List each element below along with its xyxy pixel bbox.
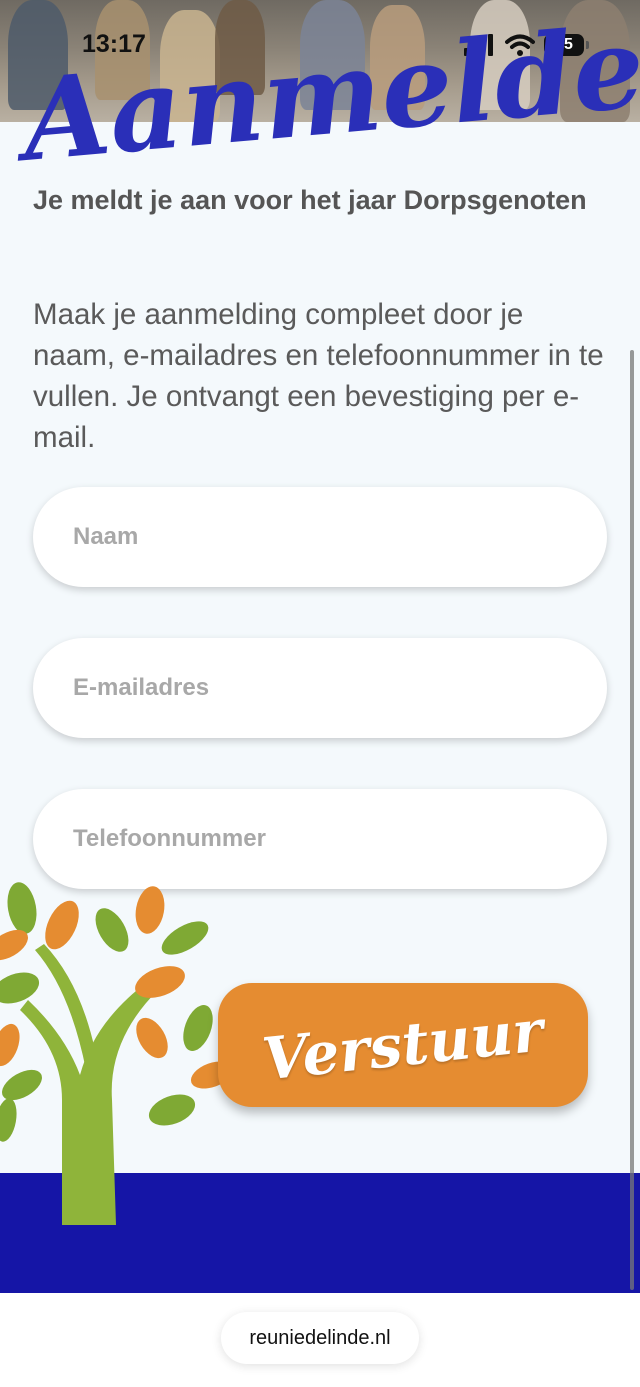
intro-text: Maak je aanmelding compleet door je naam…: [33, 298, 604, 454]
scrollbar[interactable]: [630, 350, 634, 1290]
url-bar[interactable]: reuniedelinde.nl: [221, 1312, 419, 1364]
page-title: Aanmelden: [8, 0, 640, 188]
url-text: reuniedelinde.nl: [249, 1326, 391, 1349]
email-field[interactable]: [33, 638, 607, 738]
submit-button[interactable]: Verstuur: [218, 983, 588, 1107]
tree-illustration: [0, 882, 234, 1225]
intro-heading: Je meldt je aan voor het jaar Dorpsgenot…: [33, 185, 587, 215]
page-title-text: Aanmelden: [8, 0, 640, 188]
submit-button-label: Verstuur: [259, 996, 547, 1094]
name-field[interactable]: [33, 487, 607, 587]
